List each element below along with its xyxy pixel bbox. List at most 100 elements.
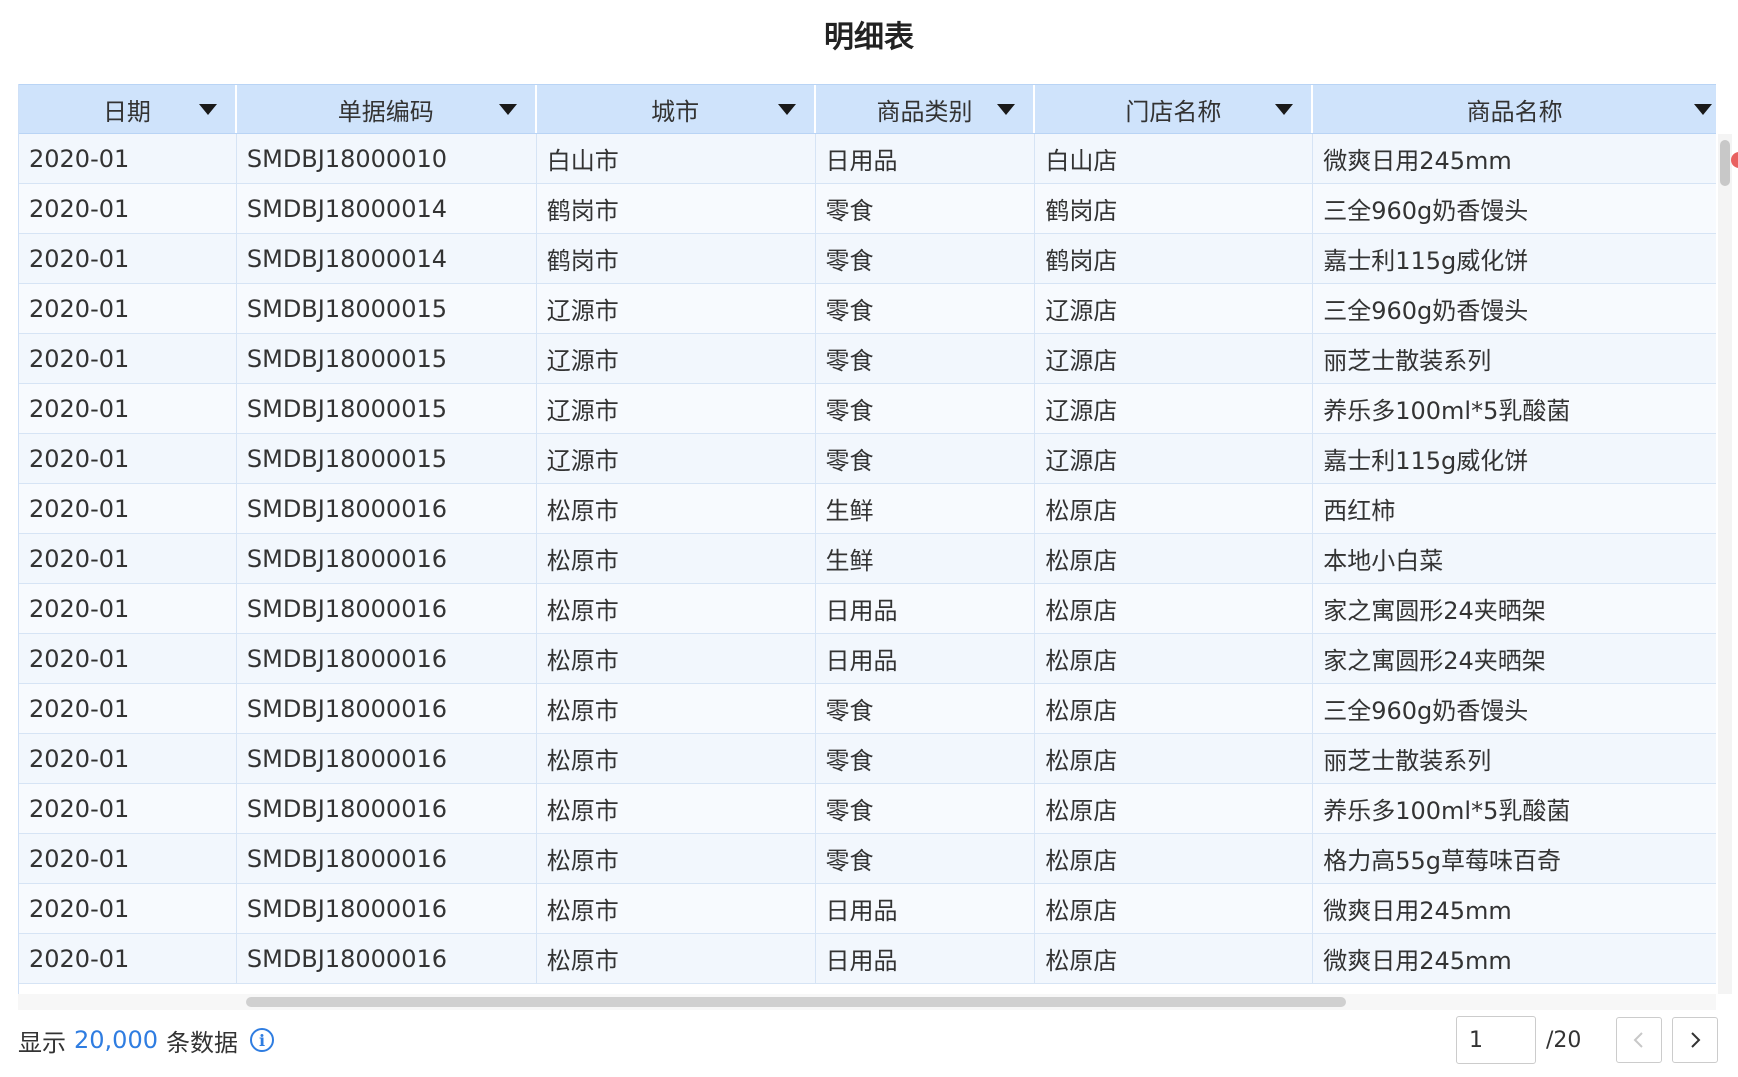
category-cell: 日用品 bbox=[816, 934, 1036, 983]
product-name-cell: 微爽日用245mm bbox=[1323, 947, 1512, 975]
store-name-cell: 松原店 bbox=[1035, 834, 1314, 883]
caret-down-icon[interactable] bbox=[997, 104, 1016, 115]
product-name-cell: 丽芝士散装系列 bbox=[1323, 747, 1492, 775]
store-name-cell: 鹤岗店 bbox=[1035, 184, 1314, 233]
product-name-cell: 丽芝士散装系列 bbox=[1323, 347, 1492, 375]
date-cell: 2020-01 bbox=[19, 884, 237, 933]
table-row[interactable]: 2020-01 SMDBJ18000016 松原市 日用品 松原店 家之寓圆形24夹晒架 bbox=[19, 634, 1716, 684]
document-code-cell: SMDBJ18000010 bbox=[237, 134, 537, 183]
column-header-store-name[interactable]: 门店名称 bbox=[1035, 85, 1314, 133]
chevron-right-icon bbox=[1691, 1032, 1701, 1048]
category-cell: 零食 bbox=[816, 434, 1036, 483]
document-code-cell: SMDBJ18000016 bbox=[237, 934, 537, 983]
column-header-city[interactable]: 城市 bbox=[537, 85, 816, 133]
date-cell: 2020-01 bbox=[19, 434, 237, 483]
document-code-cell: SMDBJ18000016 bbox=[237, 884, 537, 933]
table-row[interactable]: 2020-01 SMDBJ18000016 松原市 零食 松原店 三全960g奶香馒头 bbox=[19, 684, 1716, 734]
caret-down-icon[interactable] bbox=[198, 104, 217, 115]
column-header-document-code[interactable]: 单据编码 bbox=[237, 85, 537, 133]
date-cell: 2020-01 bbox=[19, 784, 237, 833]
record-count-number: 20,000 bbox=[74, 1026, 158, 1054]
column-header-label: 日期 bbox=[102, 97, 151, 126]
document-code-cell: SMDBJ18000016 bbox=[237, 734, 537, 783]
record-count: 显示 20,000 条数据 i bbox=[18, 1012, 274, 1068]
table-row[interactable]: 2020-01 SMDBJ18000015 辽源市 零食 辽源店 丽芝士散装系列 bbox=[19, 334, 1716, 384]
date-cell: 2020-01 bbox=[19, 734, 237, 783]
table-row[interactable]: 2020-01 SMDBJ18000014 鹤岗市 零食 鹤岗店 嘉士利115g威化饼 bbox=[19, 234, 1716, 284]
date-cell: 2020-01 bbox=[19, 934, 237, 983]
store-name-cell: 松原店 bbox=[1035, 934, 1314, 983]
date-cell: 2020-01 bbox=[19, 284, 237, 333]
vertical-scrollbar-thumb[interactable] bbox=[1720, 140, 1730, 186]
category-cell: 生鲜 bbox=[816, 534, 1036, 583]
column-header-product-name[interactable]: 商品名称 bbox=[1313, 85, 1716, 133]
page-number-input[interactable] bbox=[1456, 1016, 1536, 1064]
vertical-scrollbar[interactable] bbox=[1718, 134, 1732, 994]
column-header-category[interactable]: 商品类别 bbox=[816, 85, 1036, 133]
horizontal-scrollbar[interactable] bbox=[18, 994, 1716, 1010]
table-row[interactable]: 2020-01 SMDBJ18000016 松原市 日用品 松原店 微爽日用245mm bbox=[19, 934, 1716, 984]
info-icon[interactable]: i bbox=[249, 1028, 274, 1052]
table-row[interactable]: 2020-01 SMDBJ18000016 松原市 日用品 松原店 微爽日用245mm bbox=[19, 884, 1716, 934]
caret-down-icon[interactable] bbox=[1694, 104, 1713, 115]
record-count-suffix: 条数据 bbox=[165, 1028, 238, 1057]
table-row[interactable]: 2020-01 SMDBJ18000016 松原市 日用品 松原店 家之寓圆形24夹晒架 bbox=[19, 584, 1716, 634]
product-name-cell: 三全960g奶香馒头 bbox=[1323, 697, 1529, 725]
table-row[interactable]: 2020-01 SMDBJ18000016 松原市 生鲜 松原店 西红柿 bbox=[19, 484, 1716, 534]
document-code-cell: SMDBJ18000015 bbox=[237, 284, 537, 333]
document-code-cell: SMDBJ18000016 bbox=[237, 784, 537, 833]
store-name-cell: 松原店 bbox=[1035, 884, 1314, 933]
document-code-cell: SMDBJ18000014 bbox=[237, 184, 537, 233]
store-name-cell: 白山店 bbox=[1035, 134, 1314, 183]
category-cell: 零食 bbox=[816, 384, 1036, 433]
store-name-cell: 鹤岗店 bbox=[1035, 234, 1314, 283]
date-cell: 2020-01 bbox=[19, 634, 237, 683]
caret-down-icon[interactable] bbox=[1275, 104, 1294, 115]
city-cell: 白山市 bbox=[537, 134, 816, 183]
product-name-cell: 微爽日用245mm bbox=[1323, 897, 1512, 925]
city-cell: 辽源市 bbox=[537, 334, 816, 383]
date-cell: 2020-01 bbox=[19, 334, 237, 383]
date-cell: 2020-01 bbox=[19, 684, 237, 733]
city-cell: 松原市 bbox=[537, 534, 816, 583]
table-row[interactable]: 2020-01 SMDBJ18000016 松原市 零食 松原店 格力高55g草莓味百奇 bbox=[19, 834, 1716, 884]
table-row[interactable]: 2020-01 SMDBJ18000015 辽源市 零食 辽源店 三全960g奶香馒头 bbox=[19, 284, 1716, 334]
product-name-cell: 格力高55g草莓味百奇 bbox=[1323, 847, 1562, 875]
product-name-cell: 三全960g奶香馒头 bbox=[1323, 197, 1529, 225]
city-cell: 松原市 bbox=[537, 484, 816, 533]
table-row[interactable]: 2020-01 SMDBJ18000010 白山市 日用品 白山店 微爽日用245mm bbox=[19, 134, 1716, 184]
document-code-cell: SMDBJ18000016 bbox=[237, 584, 537, 633]
document-code-cell: SMDBJ18000016 bbox=[237, 484, 537, 533]
table-row[interactable]: 2020-01 SMDBJ18000016 松原市 生鲜 松原店 本地小白菜 bbox=[19, 534, 1716, 584]
city-cell: 辽源市 bbox=[537, 434, 816, 483]
date-cell: 2020-01 bbox=[19, 134, 237, 183]
document-code-cell: SMDBJ18000015 bbox=[237, 334, 537, 383]
table-row[interactable]: 2020-01 SMDBJ18000015 辽源市 零食 辽源店 嘉士利115g威化饼 bbox=[19, 434, 1716, 484]
page-total: /20 bbox=[1546, 1027, 1582, 1053]
date-cell: 2020-01 bbox=[19, 834, 237, 883]
caret-down-icon[interactable] bbox=[777, 104, 796, 115]
document-code-cell: SMDBJ18000014 bbox=[237, 234, 537, 283]
category-cell: 零食 bbox=[816, 684, 1036, 733]
store-name-cell: 辽源店 bbox=[1035, 334, 1314, 383]
table-row[interactable]: 2020-01 SMDBJ18000015 辽源市 零食 辽源店 养乐多100ml*5乳酸… bbox=[19, 384, 1716, 434]
next-page-button[interactable] bbox=[1672, 1017, 1718, 1063]
category-cell: 零食 bbox=[816, 234, 1036, 283]
store-name-cell: 辽源店 bbox=[1035, 384, 1314, 433]
store-name-cell: 辽源店 bbox=[1035, 434, 1314, 483]
prev-page-button[interactable] bbox=[1616, 1017, 1662, 1063]
product-name-cell: 养乐多100ml*5乳酸菌 bbox=[1323, 397, 1571, 425]
product-name-cell: 嘉士利115g威化饼 bbox=[1323, 247, 1529, 275]
table-row[interactable]: 2020-01 SMDBJ18000014 鹤岗市 零食 鹤岗店 三全960g奶香馒头 bbox=[19, 184, 1716, 234]
table-row[interactable]: 2020-01 SMDBJ18000016 松原市 零食 松原店 养乐多100ml*5乳酸… bbox=[19, 784, 1716, 834]
table-footer: 显示 20,000 条数据 i /20 bbox=[18, 1012, 1718, 1068]
column-header-date[interactable]: 日期 bbox=[19, 85, 237, 133]
column-header-label: 单据编码 bbox=[337, 97, 434, 126]
caret-down-icon[interactable] bbox=[498, 104, 517, 115]
table-row[interactable]: 2020-01 SMDBJ18000016 松原市 零食 松原店 丽芝士散装系列 bbox=[19, 734, 1716, 784]
table-body: 2020-01 SMDBJ18000010 白山市 日用品 白山店 微爽日用245mm 20… bbox=[19, 134, 1716, 984]
horizontal-scrollbar-thumb[interactable] bbox=[246, 997, 1346, 1007]
product-name-cell: 微爽日用245mm bbox=[1323, 147, 1512, 175]
category-cell: 零食 bbox=[816, 334, 1036, 383]
category-cell: 零食 bbox=[816, 834, 1036, 883]
